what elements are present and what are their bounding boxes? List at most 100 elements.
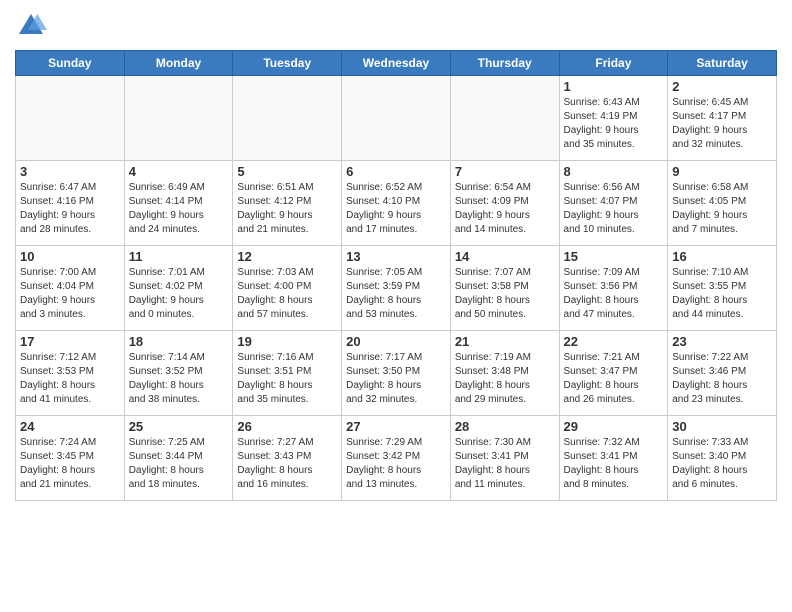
day-number: 5: [237, 164, 337, 179]
calendar-cell: 27 Sunrise: 7:29 AM Sunset: 3:42 PM Dayli…: [342, 416, 451, 501]
day-info: Sunrise: 7:25 AM Sunset: 3:44 PM Dayligh…: [129, 436, 229, 492]
day-info: Sunrise: 6:47 AM Sunset: 4:16 PM Dayligh…: [20, 181, 120, 237]
calendar-cell: [124, 76, 233, 161]
calendar-cell: 23 Sunrise: 7:22 AM Sunset: 3:46 PM Dayli…: [668, 331, 777, 416]
day-header-monday: Monday: [124, 51, 233, 76]
day-number: 18: [129, 334, 229, 349]
day-number: 27: [346, 419, 446, 434]
calendar-cell: 11 Sunrise: 7:01 AM Sunset: 4:02 PM Dayli…: [124, 246, 233, 331]
day-number: 21: [455, 334, 555, 349]
day-info: Sunrise: 7:22 AM Sunset: 3:46 PM Dayligh…: [672, 351, 772, 407]
calendar-cell: 10Sunrise: 7:00 AM Sunset: 4:04 PM Dayli…: [16, 246, 125, 331]
day-info: Sunrise: 6:45 AM Sunset: 4:17 PM Dayligh…: [672, 96, 772, 152]
day-info: Sunrise: 6:54 AM Sunset: 4:09 PM Dayligh…: [455, 181, 555, 237]
calendar-table: SundayMondayTuesdayWednesdayThursdayFrid…: [15, 50, 777, 501]
calendar-cell: 7 Sunrise: 6:54 AM Sunset: 4:09 PM Daylig…: [450, 161, 559, 246]
logo: [15, 10, 51, 42]
calendar-cell: 4Sunrise: 6:49 AM Sunset: 4:14 PM Daylig…: [124, 161, 233, 246]
day-header-wednesday: Wednesday: [342, 51, 451, 76]
calendar-cell: 19 Sunrise: 7:16 AM Sunset: 3:51 PM Dayli…: [233, 331, 342, 416]
day-number: 4: [129, 164, 229, 179]
calendar-week-1: 3 Sunrise: 6:47 AM Sunset: 4:16 PM Daylig…: [16, 161, 777, 246]
calendar-cell: [16, 76, 125, 161]
day-info: Sunrise: 7:07 AM Sunset: 3:58 PM Dayligh…: [455, 266, 555, 322]
calendar-cell: 12 Sunrise: 7:03 AM Sunset: 4:00 PM Dayli…: [233, 246, 342, 331]
day-info: Sunrise: 6:51 AM Sunset: 4:12 PM Dayligh…: [237, 181, 337, 237]
day-header-saturday: Saturday: [668, 51, 777, 76]
day-header-friday: Friday: [559, 51, 668, 76]
day-info: Sunrise: 6:58 AM Sunset: 4:05 PM Dayligh…: [672, 181, 772, 237]
page-container: SundayMondayTuesdayWednesdayThursdayFrid…: [0, 0, 792, 511]
day-info: Sunrise: 7:24 AM Sunset: 3:45 PM Dayligh…: [20, 436, 120, 492]
day-info: Sunrise: 7:16 AM Sunset: 3:51 PM Dayligh…: [237, 351, 337, 407]
calendar-cell: 30 Sunrise: 7:33 AM Sunset: 3:40 PM Dayli…: [668, 416, 777, 501]
calendar-cell: [233, 76, 342, 161]
calendar-cell: 17 Sunrise: 7:12 AM Sunset: 3:53 PM Dayli…: [16, 331, 125, 416]
day-number: 24: [20, 419, 120, 434]
day-number: 25: [129, 419, 229, 434]
calendar-cell: 21 Sunrise: 7:19 AM Sunset: 3:48 PM Dayli…: [450, 331, 559, 416]
calendar-cell: 24 Sunrise: 7:24 AM Sunset: 3:45 PM Dayli…: [16, 416, 125, 501]
calendar-cell: 3 Sunrise: 6:47 AM Sunset: 4:16 PM Daylig…: [16, 161, 125, 246]
page-header: [15, 10, 777, 42]
calendar-cell: 29 Sunrise: 7:32 AM Sunset: 3:41 PM Dayli…: [559, 416, 668, 501]
day-header-thursday: Thursday: [450, 51, 559, 76]
day-number: 20: [346, 334, 446, 349]
day-info: Sunrise: 7:01 AM Sunset: 4:02 PM Dayligh…: [129, 266, 229, 322]
calendar-cell: 14 Sunrise: 7:07 AM Sunset: 3:58 PM Dayli…: [450, 246, 559, 331]
day-number: 11: [129, 249, 229, 264]
day-info: Sunrise: 7:33 AM Sunset: 3:40 PM Dayligh…: [672, 436, 772, 492]
calendar-cell: 5 Sunrise: 6:51 AM Sunset: 4:12 PM Daylig…: [233, 161, 342, 246]
day-info: Sunrise: 7:19 AM Sunset: 3:48 PM Dayligh…: [455, 351, 555, 407]
calendar-week-3: 17 Sunrise: 7:12 AM Sunset: 3:53 PM Dayli…: [16, 331, 777, 416]
calendar-cell: 2 Sunrise: 6:45 AM Sunset: 4:17 PM Daylig…: [668, 76, 777, 161]
calendar-cell: 18 Sunrise: 7:14 AM Sunset: 3:52 PM Dayli…: [124, 331, 233, 416]
calendar-cell: [342, 76, 451, 161]
day-info: Sunrise: 7:10 AM Sunset: 3:55 PM Dayligh…: [672, 266, 772, 322]
day-number: 30: [672, 419, 772, 434]
day-number: 16: [672, 249, 772, 264]
calendar-cell: 9Sunrise: 6:58 AM Sunset: 4:05 PM Daylig…: [668, 161, 777, 246]
calendar-cell: 13 Sunrise: 7:05 AM Sunset: 3:59 PM Dayli…: [342, 246, 451, 331]
calendar-cell: 8 Sunrise: 6:56 AM Sunset: 4:07 PM Daylig…: [559, 161, 668, 246]
day-info: Sunrise: 7:12 AM Sunset: 3:53 PM Dayligh…: [20, 351, 120, 407]
calendar-cell: 15Sunrise: 7:09 AM Sunset: 3:56 PM Dayli…: [559, 246, 668, 331]
day-header-sunday: Sunday: [16, 51, 125, 76]
day-info: Sunrise: 7:30 AM Sunset: 3:41 PM Dayligh…: [455, 436, 555, 492]
day-header-tuesday: Tuesday: [233, 51, 342, 76]
day-number: 3: [20, 164, 120, 179]
calendar-cell: 28 Sunrise: 7:30 AM Sunset: 3:41 PM Dayli…: [450, 416, 559, 501]
calendar-cell: [450, 76, 559, 161]
day-number: 17: [20, 334, 120, 349]
day-number: 29: [564, 419, 664, 434]
day-number: 15: [564, 249, 664, 264]
day-info: Sunrise: 7:05 AM Sunset: 3:59 PM Dayligh…: [346, 266, 446, 322]
day-number: 12: [237, 249, 337, 264]
day-number: 14: [455, 249, 555, 264]
calendar-header-row: SundayMondayTuesdayWednesdayThursdayFrid…: [16, 51, 777, 76]
day-number: 6: [346, 164, 446, 179]
calendar-week-0: 1Sunrise: 6:43 AM Sunset: 4:19 PM Daylig…: [16, 76, 777, 161]
day-number: 13: [346, 249, 446, 264]
day-info: Sunrise: 7:32 AM Sunset: 3:41 PM Dayligh…: [564, 436, 664, 492]
calendar-cell: 22 Sunrise: 7:21 AM Sunset: 3:47 PM Dayli…: [559, 331, 668, 416]
day-info: Sunrise: 7:29 AM Sunset: 3:42 PM Dayligh…: [346, 436, 446, 492]
day-info: Sunrise: 6:56 AM Sunset: 4:07 PM Dayligh…: [564, 181, 664, 237]
calendar-cell: 25 Sunrise: 7:25 AM Sunset: 3:44 PM Dayli…: [124, 416, 233, 501]
day-number: 8: [564, 164, 664, 179]
day-number: 10: [20, 249, 120, 264]
day-number: 22: [564, 334, 664, 349]
day-number: 23: [672, 334, 772, 349]
day-info: Sunrise: 7:03 AM Sunset: 4:00 PM Dayligh…: [237, 266, 337, 322]
calendar-cell: 20 Sunrise: 7:17 AM Sunset: 3:50 PM Dayli…: [342, 331, 451, 416]
calendar-week-2: 10Sunrise: 7:00 AM Sunset: 4:04 PM Dayli…: [16, 246, 777, 331]
day-number: 7: [455, 164, 555, 179]
day-info: Sunrise: 7:17 AM Sunset: 3:50 PM Dayligh…: [346, 351, 446, 407]
day-number: 2: [672, 79, 772, 94]
day-info: Sunrise: 6:43 AM Sunset: 4:19 PM Dayligh…: [564, 96, 664, 152]
calendar-cell: 1Sunrise: 6:43 AM Sunset: 4:19 PM Daylig…: [559, 76, 668, 161]
day-info: Sunrise: 7:21 AM Sunset: 3:47 PM Dayligh…: [564, 351, 664, 407]
day-info: Sunrise: 7:14 AM Sunset: 3:52 PM Dayligh…: [129, 351, 229, 407]
day-number: 19: [237, 334, 337, 349]
day-number: 28: [455, 419, 555, 434]
